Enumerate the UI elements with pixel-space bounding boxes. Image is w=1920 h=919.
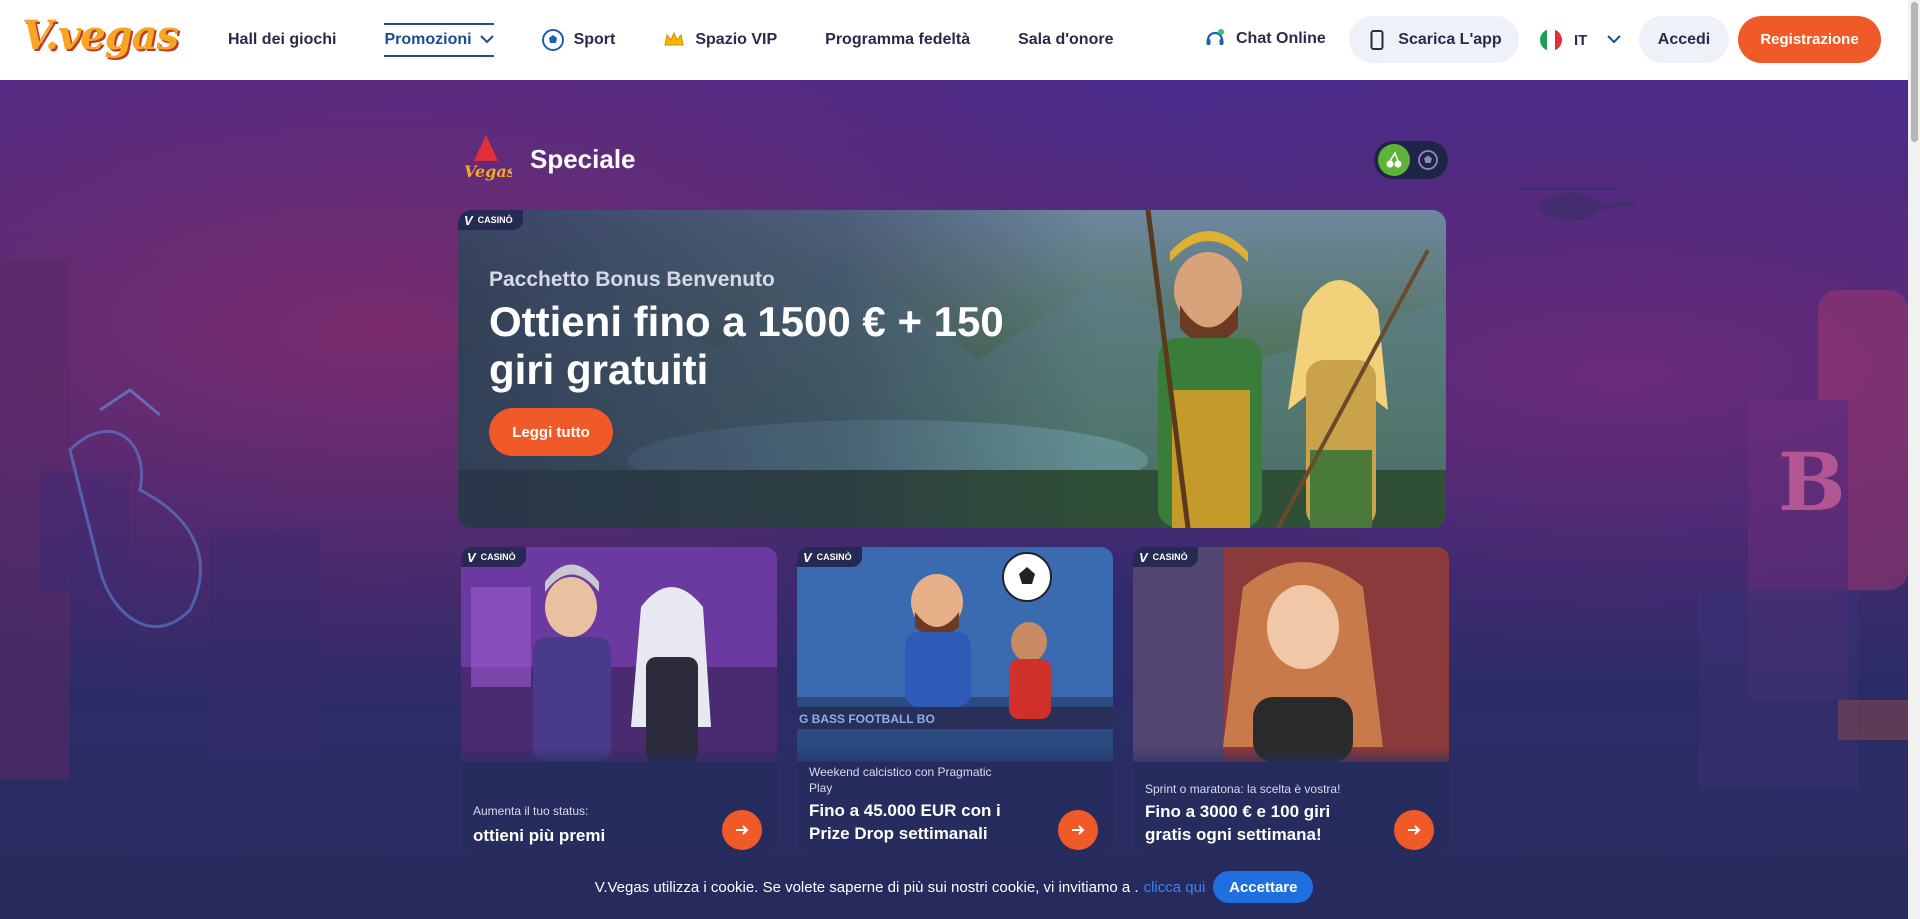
football-players-illustration: G BASS FOOTBALL BO	[797, 547, 1113, 762]
casino-toggle-option[interactable]	[1378, 144, 1410, 176]
read-more-button[interactable]: Leggi tutto	[489, 408, 613, 456]
casino-badge-label: CASINÒ	[480, 552, 516, 562]
phone-icon	[1366, 29, 1388, 51]
crown-icon	[663, 29, 685, 51]
chevron-down-icon	[479, 33, 494, 47]
v-logo-icon: V	[803, 549, 812, 565]
v-logo-icon: V	[467, 549, 476, 565]
chat-online-link[interactable]: Chat Online	[1204, 28, 1326, 50]
nav-item-label: Spazio VIP	[695, 31, 778, 48]
helicopter-decoration	[1520, 187, 1636, 221]
nav-item-label: Sport	[573, 31, 616, 48]
nav-item-programma-fedelta[interactable]: Programma fedeltà	[825, 0, 970, 80]
cookie-link[interactable]: clicca qui	[1144, 879, 1206, 896]
card-title: Fino a 3000 € e 100 giri gratis ogni set…	[1145, 802, 1331, 844]
soccer-ball-icon	[541, 29, 564, 51]
main-nav: Hall dei giochi Promozioni Sport Spazio …	[228, 0, 1161, 80]
v-logo-icon: V	[1139, 549, 1148, 565]
category-toggle[interactable]	[1374, 141, 1448, 179]
login-button[interactable]: Accedi	[1639, 16, 1729, 63]
card-arrow-button[interactable]	[1058, 810, 1098, 850]
card-subtitle: Weekend calcistico con Pragmatic Play	[809, 765, 992, 795]
card-subtitle: Aumenta il tuo status:	[473, 804, 589, 818]
hero-subtitle: Pacchetto Bonus Benvenuto	[489, 268, 775, 291]
logo-text: V.vegas	[22, 12, 179, 59]
top-header: V.vegas Hall dei giochi Promozioni Sport…	[0, 0, 1908, 80]
download-app-label: Scarica L'app	[1398, 30, 1502, 48]
section-title: Speciale	[530, 143, 636, 174]
casino-badge-label: CASINÒ	[477, 215, 513, 225]
woman-portrait-illustration	[1133, 547, 1449, 762]
casino-badge-label: CASINÒ	[1152, 552, 1188, 562]
nav-item-sport[interactable]: Sport	[541, 0, 616, 80]
vegas-logo-icon: Vegas	[464, 135, 512, 181]
neon-sign-decoration: B	[1698, 290, 1908, 790]
casino-badge: V CASINÒ	[797, 547, 862, 567]
card-subtitle: Sprint o maratona: la scelta è vostra!	[1145, 782, 1341, 796]
promo-card-status[interactable]: V CASINÒ Aumenta il tuo status: ottieni p…	[461, 547, 777, 852]
chevron-down-icon	[1607, 33, 1622, 47]
site-logo[interactable]: V.vegas	[22, 12, 179, 68]
nav-item-label: Hall dei giochi	[228, 31, 337, 48]
arrow-right-icon	[1072, 825, 1085, 835]
register-button[interactable]: Registrazione	[1738, 16, 1881, 63]
nav-item-label: Promozioni	[384, 31, 472, 48]
arrow-right-icon	[736, 825, 749, 835]
accept-cookies-button[interactable]: Accettare	[1213, 871, 1314, 903]
nav-item-hall-dei-giochi[interactable]: Hall dei giochi	[228, 0, 336, 80]
svg-text:Vegas: Vegas	[464, 162, 512, 181]
neon-sign-decoration	[0, 260, 320, 780]
welcome-bonus-banner[interactable]: V CASINÒ Pacchetto Bonus Benvenuto Ottien…	[458, 210, 1446, 528]
headset-icon	[1204, 28, 1226, 50]
nav-item-spazio-vip[interactable]: Spazio VIP	[663, 0, 777, 80]
cookie-text: V.Vegas utilizza i cookie. Se volete sap…	[594, 878, 1139, 896]
arrow-right-icon	[1408, 825, 1421, 835]
fisherman-characters-illustration	[1145, 210, 1430, 528]
page-scrollbar[interactable]	[1908, 0, 1920, 919]
casino-badge: V CASINÒ	[458, 210, 523, 230]
cookie-banner: V.Vegas utilizza i cookie. Se volete sap…	[0, 855, 1908, 919]
nav-item-label: Sala d'onore	[1018, 31, 1114, 48]
card-arrow-button[interactable]	[1394, 810, 1434, 850]
language-code: IT	[1574, 31, 1588, 49]
promo-card-weekly[interactable]: V CASINÒ Sprint o maratona: la scelta è v…	[1133, 547, 1449, 852]
nav-item-sala-d-onore[interactable]: Sala d'onore	[1018, 0, 1113, 80]
hero-title: Ottieni fino a 1500 € + 150 giri gratuit…	[489, 298, 1004, 393]
card-arrow-button[interactable]	[722, 810, 762, 850]
scrollbar-thumb[interactable]	[1911, 2, 1918, 142]
banner-text: G BASS FOOTBALL BO	[799, 712, 935, 726]
italy-flag-icon	[1540, 29, 1562, 51]
v-logo-icon: V	[464, 212, 473, 228]
casino-badge-label: CASINÒ	[816, 552, 852, 562]
nav-item-label: Programma fedeltà	[825, 31, 971, 48]
couple-casino-illustration	[461, 547, 777, 762]
card-title: ottieni più premi	[473, 826, 606, 845]
svg-text:B: B	[1778, 435, 1846, 529]
language-selector[interactable]: IT	[1540, 24, 1622, 56]
chat-online-label: Chat Online	[1236, 30, 1326, 47]
download-app-button[interactable]: Scarica L'app	[1349, 16, 1519, 63]
promo-card-football[interactable]: G BASS FOOTBALL BO V CASINÒ Weekend calci…	[797, 547, 1113, 852]
casino-badge: V CASINÒ	[461, 547, 526, 567]
card-title: Fino a 45.000 EUR con i Prize Drop setti…	[809, 801, 1001, 843]
casino-badge: V CASINÒ	[1133, 547, 1198, 567]
cherry-icon	[1386, 151, 1402, 168]
sport-toggle-option[interactable]	[1412, 144, 1444, 176]
soccer-ball-icon	[1418, 150, 1438, 170]
nav-item-promozioni[interactable]: Promozioni	[384, 0, 494, 80]
section-header: Vegas Speciale	[460, 133, 636, 185]
